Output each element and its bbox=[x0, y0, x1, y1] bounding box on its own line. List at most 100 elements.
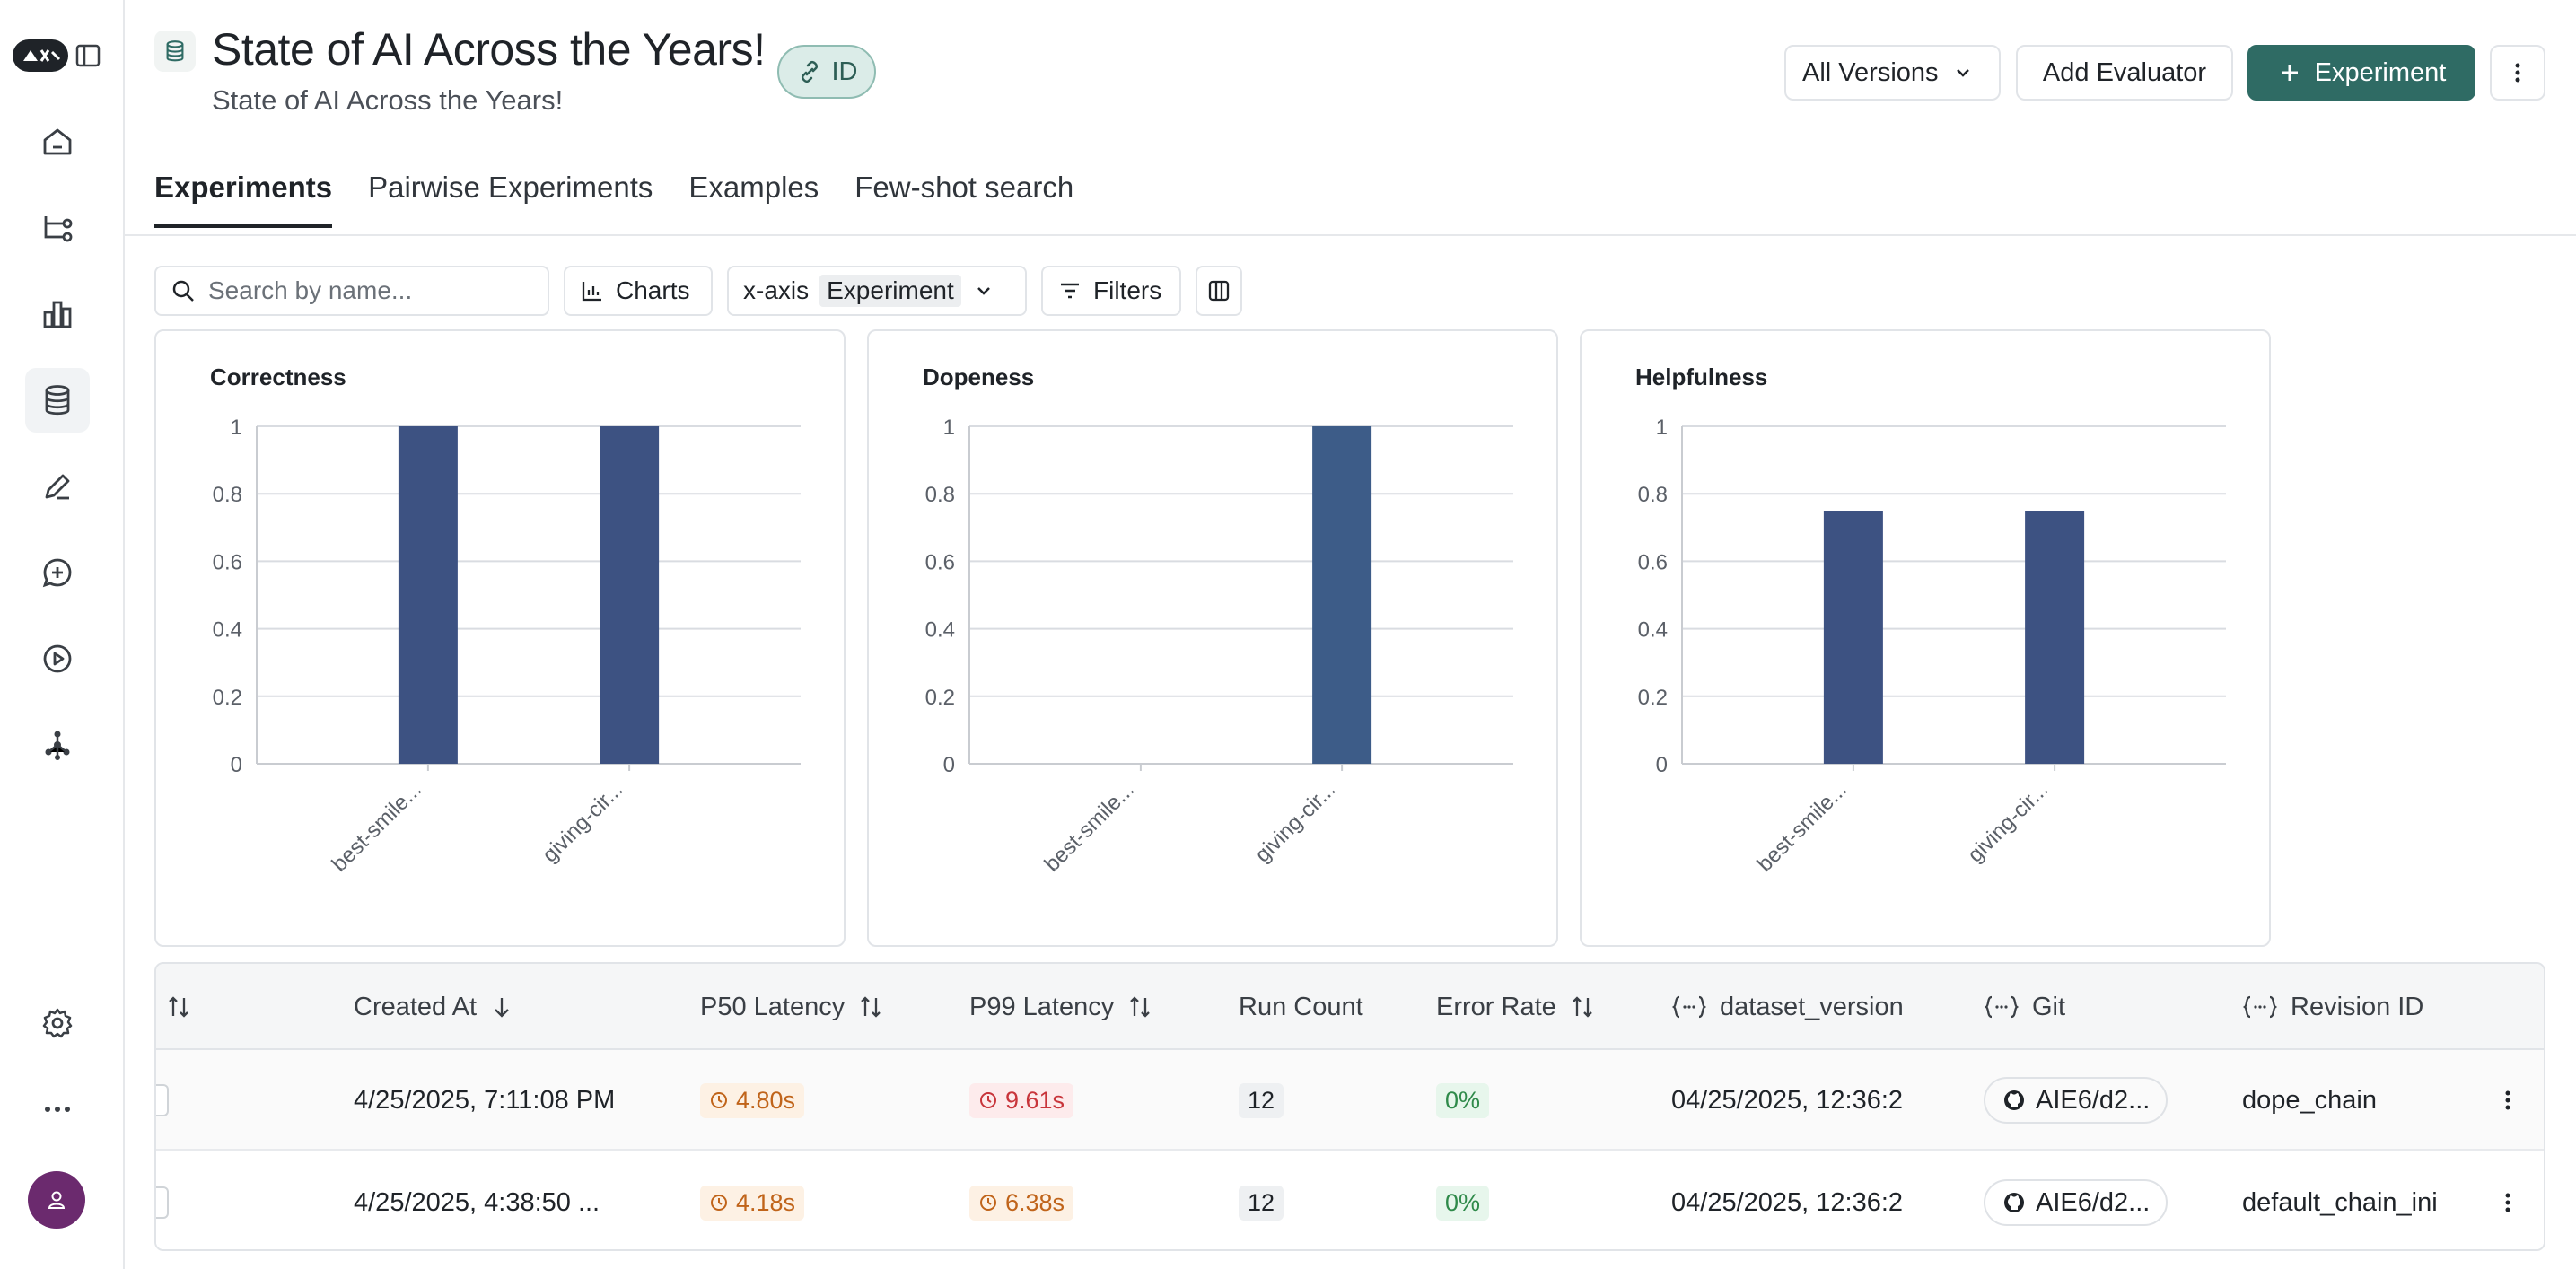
table-row[interactable]: 4/25/2025, 4:38:50 ... 4.18s 6.38s 12 0%… bbox=[156, 1152, 2544, 1249]
row-select-handle[interactable] bbox=[156, 1084, 169, 1116]
latency-badge: 6.38s bbox=[969, 1185, 1074, 1221]
sidebar-item-settings[interactable] bbox=[25, 991, 90, 1055]
table-row[interactable]: 4/25/2025, 7:11:08 PM 4.80s 9.61s 12 0% … bbox=[156, 1050, 2544, 1151]
row-select-handle[interactable] bbox=[156, 1186, 169, 1219]
latency-value: 4.80s bbox=[736, 1086, 796, 1114]
column-created-at[interactable]: Created At bbox=[354, 964, 514, 1050]
experiments-table: Created At P50 Latency P99 Latency Run C… bbox=[154, 962, 2545, 1251]
sidebar-item-home[interactable] bbox=[25, 109, 90, 174]
link-icon bbox=[801, 61, 818, 83]
columns-icon bbox=[1208, 280, 1230, 302]
more-horizontal-icon bbox=[45, 1107, 70, 1112]
tabs-divider bbox=[125, 234, 2576, 236]
y-tick-label: 0.6 bbox=[1638, 550, 1668, 574]
header-more-button[interactable] bbox=[2490, 45, 2545, 101]
sidebar-item-deployments[interactable] bbox=[25, 713, 90, 777]
tab-experiments[interactable]: Experiments bbox=[154, 171, 333, 228]
sidebar-item-playground[interactable] bbox=[25, 626, 90, 691]
page-title: State of AI Across the Years! bbox=[212, 24, 766, 74]
new-experiment-button[interactable]: Experiment bbox=[2247, 45, 2475, 101]
column-dataset-version[interactable]: dataset_version bbox=[1671, 964, 1904, 1050]
search-icon bbox=[172, 280, 194, 302]
x-tick-label: giving-cir... bbox=[1963, 777, 2053, 867]
bar bbox=[1312, 426, 1372, 764]
user-avatar[interactable] bbox=[28, 1171, 85, 1229]
row-actions-button[interactable] bbox=[2490, 1082, 2526, 1118]
clock-icon bbox=[980, 1092, 996, 1108]
play-circle-icon bbox=[43, 644, 72, 673]
bar bbox=[600, 426, 660, 764]
user-icon bbox=[48, 1191, 66, 1209]
versions-select[interactable]: All Versions bbox=[1784, 45, 2001, 101]
charts-toggle-button[interactable]: Charts bbox=[564, 266, 713, 316]
sidebar bbox=[0, 0, 125, 1269]
y-tick-label: 0.2 bbox=[1638, 686, 1668, 710]
search-input[interactable] bbox=[208, 276, 531, 305]
column-p50-latency[interactable]: P50 Latency bbox=[700, 964, 884, 1050]
y-tick-label: 1 bbox=[231, 416, 242, 440]
git-commit-link[interactable]: AIE6/d2... bbox=[1984, 1077, 2169, 1124]
helpfulness-bar-chart: 0 0.2 0.4 0.6 0.8 1 best-smile... giving-cir... bbox=[1638, 416, 2226, 877]
p50-latency-cell: 4.80s bbox=[700, 1050, 805, 1151]
chevron-down-icon bbox=[977, 287, 990, 295]
x-tick-label: best-smile... bbox=[1753, 777, 1853, 877]
p99-latency-cell: 6.38s bbox=[969, 1152, 1074, 1249]
sidebar-item-annotation[interactable] bbox=[25, 454, 90, 519]
dopeness-bar-chart: 0 0.2 0.4 0.6 0.8 1 best-smile... giving-cir... bbox=[925, 416, 1513, 877]
latency-badge: 4.80s bbox=[700, 1082, 805, 1118]
column-run-count[interactable]: Run Count bbox=[1239, 964, 1363, 1050]
run-count-cell: 12 bbox=[1239, 1152, 1284, 1249]
y-tick-label: 0.4 bbox=[925, 618, 955, 643]
filters-button[interactable]: Filters bbox=[1041, 266, 1181, 316]
y-tick-label: 1 bbox=[943, 416, 955, 440]
column-p99-latency[interactable]: P99 Latency bbox=[969, 964, 1153, 1050]
xaxis-select[interactable]: x-axis Experiment bbox=[727, 266, 1027, 316]
sort-icon bbox=[861, 996, 881, 1018]
git-commit-label: AIE6/d2... bbox=[2036, 1085, 2151, 1115]
column-revision-id[interactable]: Revision ID bbox=[2242, 964, 2423, 1050]
experiment-button-label: Experiment bbox=[2314, 57, 2447, 87]
column-git[interactable]: Git bbox=[1984, 964, 2065, 1050]
add-evaluator-button[interactable]: Add Evaluator bbox=[2016, 45, 2233, 101]
latency-badge: 4.18s bbox=[700, 1185, 805, 1221]
sort-toggle-hidden-column[interactable] bbox=[165, 964, 192, 1050]
column-label: dataset_version bbox=[1720, 992, 1904, 1021]
x-tick-label: giving-cir... bbox=[1250, 777, 1340, 867]
message-plus-icon bbox=[42, 558, 72, 588]
tab-pairwise-experiments[interactable]: Pairwise Experiments bbox=[368, 171, 653, 228]
columns-button[interactable] bbox=[1196, 266, 1242, 316]
y-tick-label: 0.6 bbox=[925, 550, 955, 574]
row-actions-button[interactable] bbox=[2490, 1185, 2526, 1221]
plus-icon bbox=[2281, 65, 2298, 81]
page-subtitle: State of AI Across the Years! bbox=[212, 84, 564, 116]
tab-few-shot-search[interactable]: Few-shot search bbox=[854, 171, 1073, 228]
sidebar-item-monitoring[interactable] bbox=[25, 282, 90, 346]
sidebar-item-tracing[interactable] bbox=[25, 196, 90, 260]
column-label: Run Count bbox=[1239, 992, 1363, 1021]
sidebar-collapse-button[interactable] bbox=[74, 41, 102, 70]
clock-icon bbox=[711, 1195, 727, 1211]
sidebar-item-prompts[interactable] bbox=[25, 540, 90, 605]
error-rate-cell: 0% bbox=[1436, 1152, 1490, 1249]
copy-id-button[interactable]: ID bbox=[777, 45, 876, 99]
git-commit-link[interactable]: AIE6/d2... bbox=[1984, 1179, 2169, 1226]
y-tick-label: 0.8 bbox=[1638, 483, 1668, 507]
more-vertical-icon bbox=[2515, 63, 2520, 83]
sidebar-item-datasets[interactable] bbox=[25, 368, 90, 433]
latency-value: 6.38s bbox=[1005, 1188, 1065, 1216]
git-cell: AIE6/d2... bbox=[1984, 1152, 2169, 1249]
y-tick-label: 0 bbox=[231, 753, 242, 777]
tracing-projects-icon bbox=[44, 216, 73, 242]
langsmith-logo[interactable] bbox=[13, 39, 68, 72]
chart-card-dopeness: Dopeness 0 0.2 0.4 0.6 0.8 1 best-smile... givi… bbox=[867, 329, 1558, 947]
sidebar-item-more[interactable] bbox=[25, 1077, 90, 1142]
panel-left-icon bbox=[75, 44, 101, 67]
xaxis-label: x-axis bbox=[743, 276, 810, 304]
clock-icon bbox=[980, 1195, 996, 1211]
datasets-icon bbox=[45, 385, 70, 416]
tab-examples[interactable]: Examples bbox=[688, 171, 819, 228]
braces-icon bbox=[2242, 995, 2278, 1019]
correctness-bar-chart: 0 0.2 0.4 0.6 0.8 1 best-smile... giving-cir... bbox=[213, 416, 801, 877]
column-error-rate[interactable]: Error Rate bbox=[1436, 964, 1596, 1050]
created-at-cell: 4/25/2025, 7:11:08 PM bbox=[354, 1085, 616, 1115]
